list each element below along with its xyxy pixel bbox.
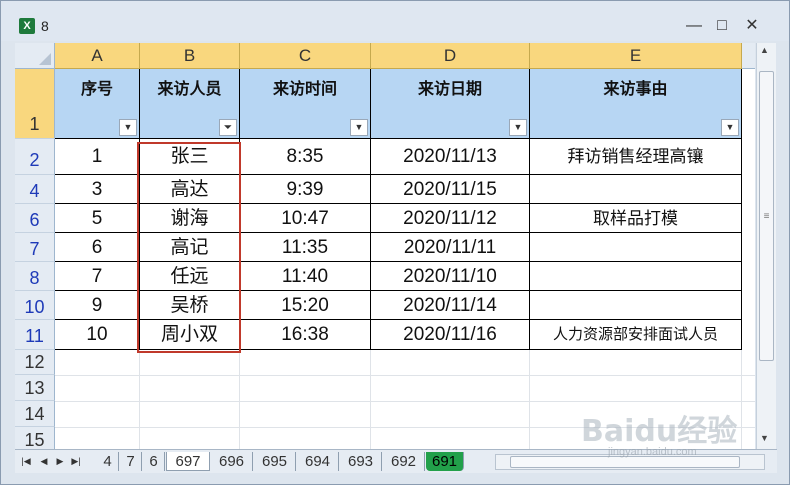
cell-d11[interactable]: 2020/11/16	[371, 320, 530, 350]
header-label-date: 来访日期	[417, 81, 482, 98]
sheet-tab[interactable]: 692	[383, 452, 425, 471]
header-cell-reason[interactable]: 来访事由 ▼	[530, 69, 742, 139]
restore-button[interactable]: □	[709, 17, 735, 35]
excel-icon: X	[19, 18, 35, 34]
cell-c10[interactable]: 15:20	[240, 291, 371, 320]
column-header-d[interactable]: D	[371, 43, 530, 69]
header-cell-time[interactable]: 来访时间 ▼	[240, 69, 371, 139]
last-sheet-icon[interactable]: ▶|	[69, 454, 83, 469]
cell-a4[interactable]: 3	[55, 175, 140, 204]
highlight-box	[137, 142, 241, 353]
cell-d2[interactable]: 2020/11/13	[371, 139, 530, 175]
row-header-7[interactable]: 7	[15, 233, 55, 262]
row-header-15[interactable]: 15	[15, 427, 55, 449]
cell-d8[interactable]: 2020/11/10	[371, 262, 530, 291]
column-header-c[interactable]: C	[240, 43, 371, 69]
sheet-tab[interactable]: 693	[340, 452, 382, 471]
row-header-12[interactable]: 12	[15, 350, 55, 375]
sheet-tab-active[interactable]: 697	[166, 452, 210, 471]
title-bar: X 8 — □ ✕	[1, 1, 789, 41]
column-header-a[interactable]: A	[55, 43, 140, 69]
filter-dropdown-seq[interactable]: ▼	[119, 119, 137, 136]
watermark-logo: Baidu经验	[581, 414, 738, 449]
header-label-time: 来访时间	[272, 81, 337, 98]
filter-dropdown-time[interactable]: ▼	[350, 119, 368, 136]
cell-e4[interactable]	[530, 175, 742, 204]
gridline	[55, 401, 755, 402]
row-header-1[interactable]: 1	[15, 69, 55, 139]
watermark-url: jingyan.baidu.com	[608, 446, 697, 458]
empty-cells-col-a[interactable]	[55, 350, 140, 449]
close-button[interactable]: ✕	[739, 17, 765, 35]
row-header-14[interactable]: 14	[15, 401, 55, 427]
header-label-seq: 序号	[80, 81, 113, 98]
row-header-11[interactable]: 11	[15, 320, 55, 350]
empty-cells-col-c[interactable]	[240, 350, 371, 449]
scroll-down-icon[interactable]: ▼	[760, 433, 769, 443]
cell-e7[interactable]	[530, 233, 742, 262]
next-sheet-icon[interactable]: ▶	[53, 454, 67, 469]
row-header-10[interactable]: 10	[15, 291, 55, 320]
cell-d7[interactable]: 2020/11/11	[371, 233, 530, 262]
cell-d6[interactable]: 2020/11/12	[371, 204, 530, 233]
sheet-tab[interactable]: 4	[97, 452, 119, 471]
cell-c8[interactable]: 11:40	[240, 262, 371, 291]
sheet-tab[interactable]: 696	[211, 452, 253, 471]
cell-e6[interactable]: 取样品打模	[530, 204, 742, 233]
cell-c2[interactable]: 8:35	[240, 139, 371, 175]
cell-a2[interactable]: 1	[55, 139, 140, 175]
cell-e8[interactable]	[530, 262, 742, 291]
first-sheet-icon[interactable]: |◀	[19, 454, 33, 469]
empty-cells-col-d[interactable]	[371, 350, 530, 449]
sheet-tab[interactable]: 694	[297, 452, 339, 471]
prev-sheet-icon[interactable]: ◀	[37, 454, 51, 469]
cell-e2[interactable]: 拜访销售经理高镶	[530, 139, 742, 175]
row-header-2[interactable]: 2	[15, 139, 55, 175]
header-cell-seq[interactable]: 序号 ▼	[55, 69, 140, 139]
cell-d10[interactable]: 2020/11/14	[371, 291, 530, 320]
filter-active-icon[interactable]: ⏷	[219, 119, 237, 136]
row-header-4[interactable]: 4	[15, 175, 55, 204]
gridline	[55, 375, 755, 376]
cell-e11[interactable]: 人力资源部安排面试人员	[530, 320, 742, 350]
row-header-13[interactable]: 13	[15, 375, 55, 401]
cell-e10[interactable]	[530, 291, 742, 320]
cell-c6[interactable]: 10:47	[240, 204, 371, 233]
header-label-visitor: 来访人员	[157, 81, 222, 98]
cell-a6[interactable]: 5	[55, 204, 140, 233]
sheet-tab[interactable]: 6	[143, 452, 165, 471]
vertical-scrollbar[interactable]: ▲ ≡ ▼	[756, 43, 776, 449]
vertical-scroll-thumb[interactable]: ≡	[759, 71, 774, 361]
column-header-e[interactable]: E	[530, 43, 742, 69]
minimize-button[interactable]: —	[681, 17, 707, 35]
row-header-6[interactable]: 6	[15, 204, 55, 233]
sheet-tab-highlighted[interactable]: 691	[426, 452, 464, 471]
header-cell-date[interactable]: 来访日期 ▼	[371, 69, 530, 139]
sheet-tab[interactable]: 695	[254, 452, 296, 471]
cell-a8[interactable]: 7	[55, 262, 140, 291]
cell-c7[interactable]: 11:35	[240, 233, 371, 262]
cell-a10[interactable]: 9	[55, 291, 140, 320]
select-all-corner[interactable]	[15, 43, 55, 69]
sheet-tab[interactable]: 7	[120, 452, 142, 471]
filter-dropdown-reason[interactable]: ▼	[721, 119, 739, 136]
cell-c4[interactable]: 9:39	[240, 175, 371, 204]
cell-a11[interactable]: 10	[55, 320, 140, 350]
cell-a7[interactable]: 6	[55, 233, 140, 262]
header-label-reason: 来访事由	[603, 81, 668, 98]
header-cell-visitor[interactable]: 来访人员 ⏷	[140, 69, 240, 139]
column-header-b[interactable]: B	[140, 43, 240, 69]
cell-d4[interactable]: 2020/11/15	[371, 175, 530, 204]
window-title: 8	[41, 18, 49, 34]
column-header-f[interactable]	[742, 43, 755, 69]
empty-cells-col-b[interactable]	[140, 350, 240, 449]
cell-c11[interactable]: 16:38	[240, 320, 371, 350]
row-header-8[interactable]: 8	[15, 262, 55, 291]
filter-dropdown-date[interactable]: ▼	[509, 119, 527, 136]
excel-window: X 8 — □ ✕ A B C D E 1 序号 ▼ 来访人员 ⏷ 来访时间 ▼…	[0, 0, 790, 485]
spreadsheet-grid[interactable]: A B C D E 1 序号 ▼ 来访人员 ⏷ 来访时间 ▼ 来访日期 ▼ 来访…	[15, 43, 755, 449]
scroll-up-icon[interactable]: ▲	[760, 45, 769, 55]
